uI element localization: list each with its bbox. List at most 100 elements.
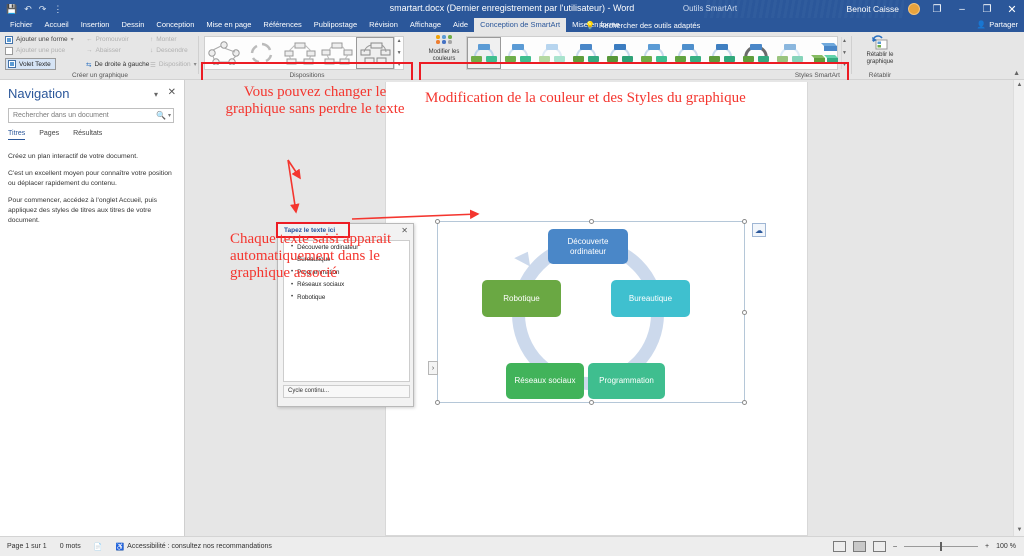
gallery-scroll-up-icon[interactable]: ▲ bbox=[397, 38, 402, 44]
close-button[interactable]: ✕ bbox=[1004, 3, 1020, 16]
smartart-node-reseaux-sociaux[interactable]: Réseaux sociaux bbox=[506, 363, 584, 399]
style-thumb-6[interactable] bbox=[637, 37, 671, 69]
gallery-more-icon[interactable]: ▾ bbox=[398, 62, 401, 68]
window-controls[interactable]: Benoit Caisse ❐ – ❐ ✕ bbox=[847, 0, 1020, 18]
collapse-ribbon-icon[interactable]: ▲ bbox=[1013, 70, 1020, 77]
navigation-pane-close-icon[interactable]: ✕ bbox=[168, 87, 176, 98]
zoom-slider-thumb[interactable] bbox=[940, 542, 943, 551]
style-thumb-4[interactable] bbox=[569, 37, 603, 69]
ribbon-tabs[interactable]: Fichier Accueil Insertion Dessin Concept… bbox=[4, 18, 626, 32]
gallery-scroll-up-icon[interactable]: ▲ bbox=[842, 38, 847, 44]
style-thumb-10[interactable] bbox=[773, 37, 807, 69]
nav-tab-pages[interactable]: Pages bbox=[39, 130, 59, 140]
tab-publipostage[interactable]: Publipostage bbox=[308, 18, 363, 32]
navigation-tabs[interactable]: Titres Pages Résultats bbox=[8, 130, 102, 140]
resize-handle-ne[interactable] bbox=[742, 219, 747, 224]
style-thumb-9[interactable] bbox=[739, 37, 773, 69]
gallery-more-icon[interactable]: ▾ bbox=[843, 62, 846, 68]
minimize-button[interactable]: – bbox=[954, 4, 970, 15]
chevron-down-icon[interactable]: ▾ bbox=[71, 36, 74, 43]
navigation-pane-options-icon[interactable]: ▾ bbox=[154, 90, 158, 99]
smartart-graphic[interactable]: Découverte ordinateur Bureautique Progra… bbox=[435, 219, 747, 405]
print-layout-icon[interactable] bbox=[853, 541, 867, 552]
tab-conception[interactable]: Conception bbox=[150, 18, 200, 32]
text-pane-expander-button[interactable]: › bbox=[428, 361, 438, 375]
zoom-in-button[interactable]: + bbox=[985, 543, 989, 550]
tab-references[interactable]: Références bbox=[257, 18, 307, 32]
tab-dessin[interactable]: Dessin bbox=[115, 18, 150, 32]
smartart-node-decouverte-ordinateur[interactable]: Découverte ordinateur bbox=[548, 229, 628, 264]
layout-thumb-5-selected[interactable] bbox=[356, 37, 395, 69]
layout-thumb-3[interactable] bbox=[281, 37, 319, 69]
vertical-scrollbar[interactable]: ▲ ▼ bbox=[1013, 80, 1024, 536]
resize-handle-nw[interactable] bbox=[435, 219, 440, 224]
nav-tab-resultats[interactable]: Résultats bbox=[73, 130, 102, 140]
resize-handle-n[interactable] bbox=[589, 219, 594, 224]
tab-conception-de-smartart[interactable]: Conception de SmartArt bbox=[474, 18, 567, 32]
redo-icon[interactable]: ↷ bbox=[39, 2, 47, 16]
smartart-node-robotique[interactable]: Robotique bbox=[482, 280, 561, 317]
tab-affichage[interactable]: Affichage bbox=[404, 18, 447, 32]
restore-button[interactable]: ❐ bbox=[979, 4, 995, 15]
text-pane-toggle-button[interactable]: Volet Texte bbox=[5, 58, 56, 70]
add-shape-button[interactable]: Ajouter une forme ▾ bbox=[5, 34, 83, 45]
tab-accueil[interactable]: Accueil bbox=[39, 18, 75, 32]
undo-icon[interactable]: ↶ bbox=[24, 2, 32, 16]
resize-handle-se[interactable] bbox=[742, 400, 747, 405]
style-thumb-7[interactable] bbox=[671, 37, 705, 69]
reset-graphic-button[interactable]: Rétablir le graphique bbox=[857, 35, 903, 66]
smartart-node-bureautique[interactable]: Bureautique bbox=[611, 280, 690, 317]
layout-options-button[interactable]: ☁ bbox=[752, 223, 766, 237]
smartart-node-programmation[interactable]: Programmation bbox=[588, 363, 665, 399]
tab-insertion[interactable]: Insertion bbox=[75, 18, 116, 32]
zoom-slider[interactable] bbox=[904, 542, 979, 551]
scroll-down-icon[interactable]: ▼ bbox=[1014, 525, 1024, 536]
tell-me-search[interactable]: 💡 Rechercher des outils adaptés bbox=[585, 18, 700, 32]
layouts-gallery[interactable]: ▲ ▼ ▾ bbox=[204, 36, 404, 70]
text-pane-item[interactable]: • Robotique bbox=[284, 291, 409, 304]
layout-thumb-2[interactable] bbox=[243, 37, 281, 69]
chevron-down-icon[interactable]: ▾ bbox=[168, 112, 171, 119]
save-icon[interactable]: 💾 bbox=[6, 2, 17, 16]
navigation-search-input[interactable]: Rechercher dans un document 🔍 ▾ bbox=[8, 108, 174, 123]
page-indicator[interactable]: Page 1 sur 1 bbox=[7, 543, 47, 550]
right-to-left-button[interactable]: ⇆ De droite à gauche bbox=[86, 59, 149, 70]
nav-tab-titres[interactable]: Titres bbox=[8, 130, 26, 140]
ribbon-display-options-icon[interactable]: ❐ bbox=[929, 4, 945, 15]
zoom-level[interactable]: 100 % bbox=[996, 543, 1016, 550]
smartart-styles-gallery[interactable]: ▲ ▼ ▾ bbox=[466, 36, 847, 70]
style-thumb-11[interactable] bbox=[807, 37, 841, 69]
tab-revision[interactable]: Révision bbox=[363, 18, 404, 32]
word-count[interactable]: 0 mots bbox=[60, 543, 81, 550]
styles-gallery-scroll[interactable]: ▲ ▼ ▾ bbox=[841, 37, 847, 69]
search-icon[interactable]: 🔍 bbox=[156, 111, 166, 120]
style-thumb-3[interactable] bbox=[535, 37, 569, 69]
style-thumb-8[interactable] bbox=[705, 37, 739, 69]
layouts-gallery-scroll[interactable]: ▲ ▼ ▾ bbox=[394, 37, 403, 69]
tab-aide[interactable]: Aide bbox=[447, 18, 474, 32]
zoom-out-button[interactable]: – bbox=[893, 543, 897, 550]
style-thumb-2[interactable] bbox=[501, 37, 535, 69]
resize-handle-e[interactable] bbox=[742, 310, 747, 315]
accessibility-status[interactable]: ♿ Accessibilité : consultez nos recomman… bbox=[115, 543, 271, 551]
resize-handle-sw[interactable] bbox=[435, 400, 440, 405]
quick-access-toolbar[interactable]: 💾 ↶ ↷ ⋮ bbox=[6, 2, 62, 16]
change-colors-button[interactable]: Modifier les couleurs bbox=[422, 35, 466, 71]
user-name[interactable]: Benoit Caisse bbox=[847, 4, 899, 14]
share-button[interactable]: 👤 Partager bbox=[977, 18, 1018, 32]
resize-handle-s[interactable] bbox=[589, 400, 594, 405]
tab-mise-en-page[interactable]: Mise en page bbox=[200, 18, 257, 32]
gallery-scroll-down-icon[interactable]: ▼ bbox=[397, 50, 402, 56]
read-mode-icon[interactable] bbox=[833, 541, 847, 552]
proofing-icon[interactable]: 📄 bbox=[94, 543, 103, 551]
avatar[interactable] bbox=[908, 3, 920, 15]
web-layout-icon[interactable] bbox=[873, 541, 887, 552]
customize-qat-icon[interactable]: ⋮ bbox=[53, 2, 62, 16]
scroll-up-icon[interactable]: ▲ bbox=[1014, 80, 1024, 91]
style-thumb-1-selected[interactable] bbox=[467, 37, 501, 69]
layout-thumb-1[interactable] bbox=[205, 37, 243, 69]
tab-fichier[interactable]: Fichier bbox=[4, 18, 39, 32]
layout-thumb-4[interactable] bbox=[319, 37, 357, 69]
style-thumb-5[interactable] bbox=[603, 37, 637, 69]
gallery-scroll-down-icon[interactable]: ▼ bbox=[842, 50, 847, 56]
